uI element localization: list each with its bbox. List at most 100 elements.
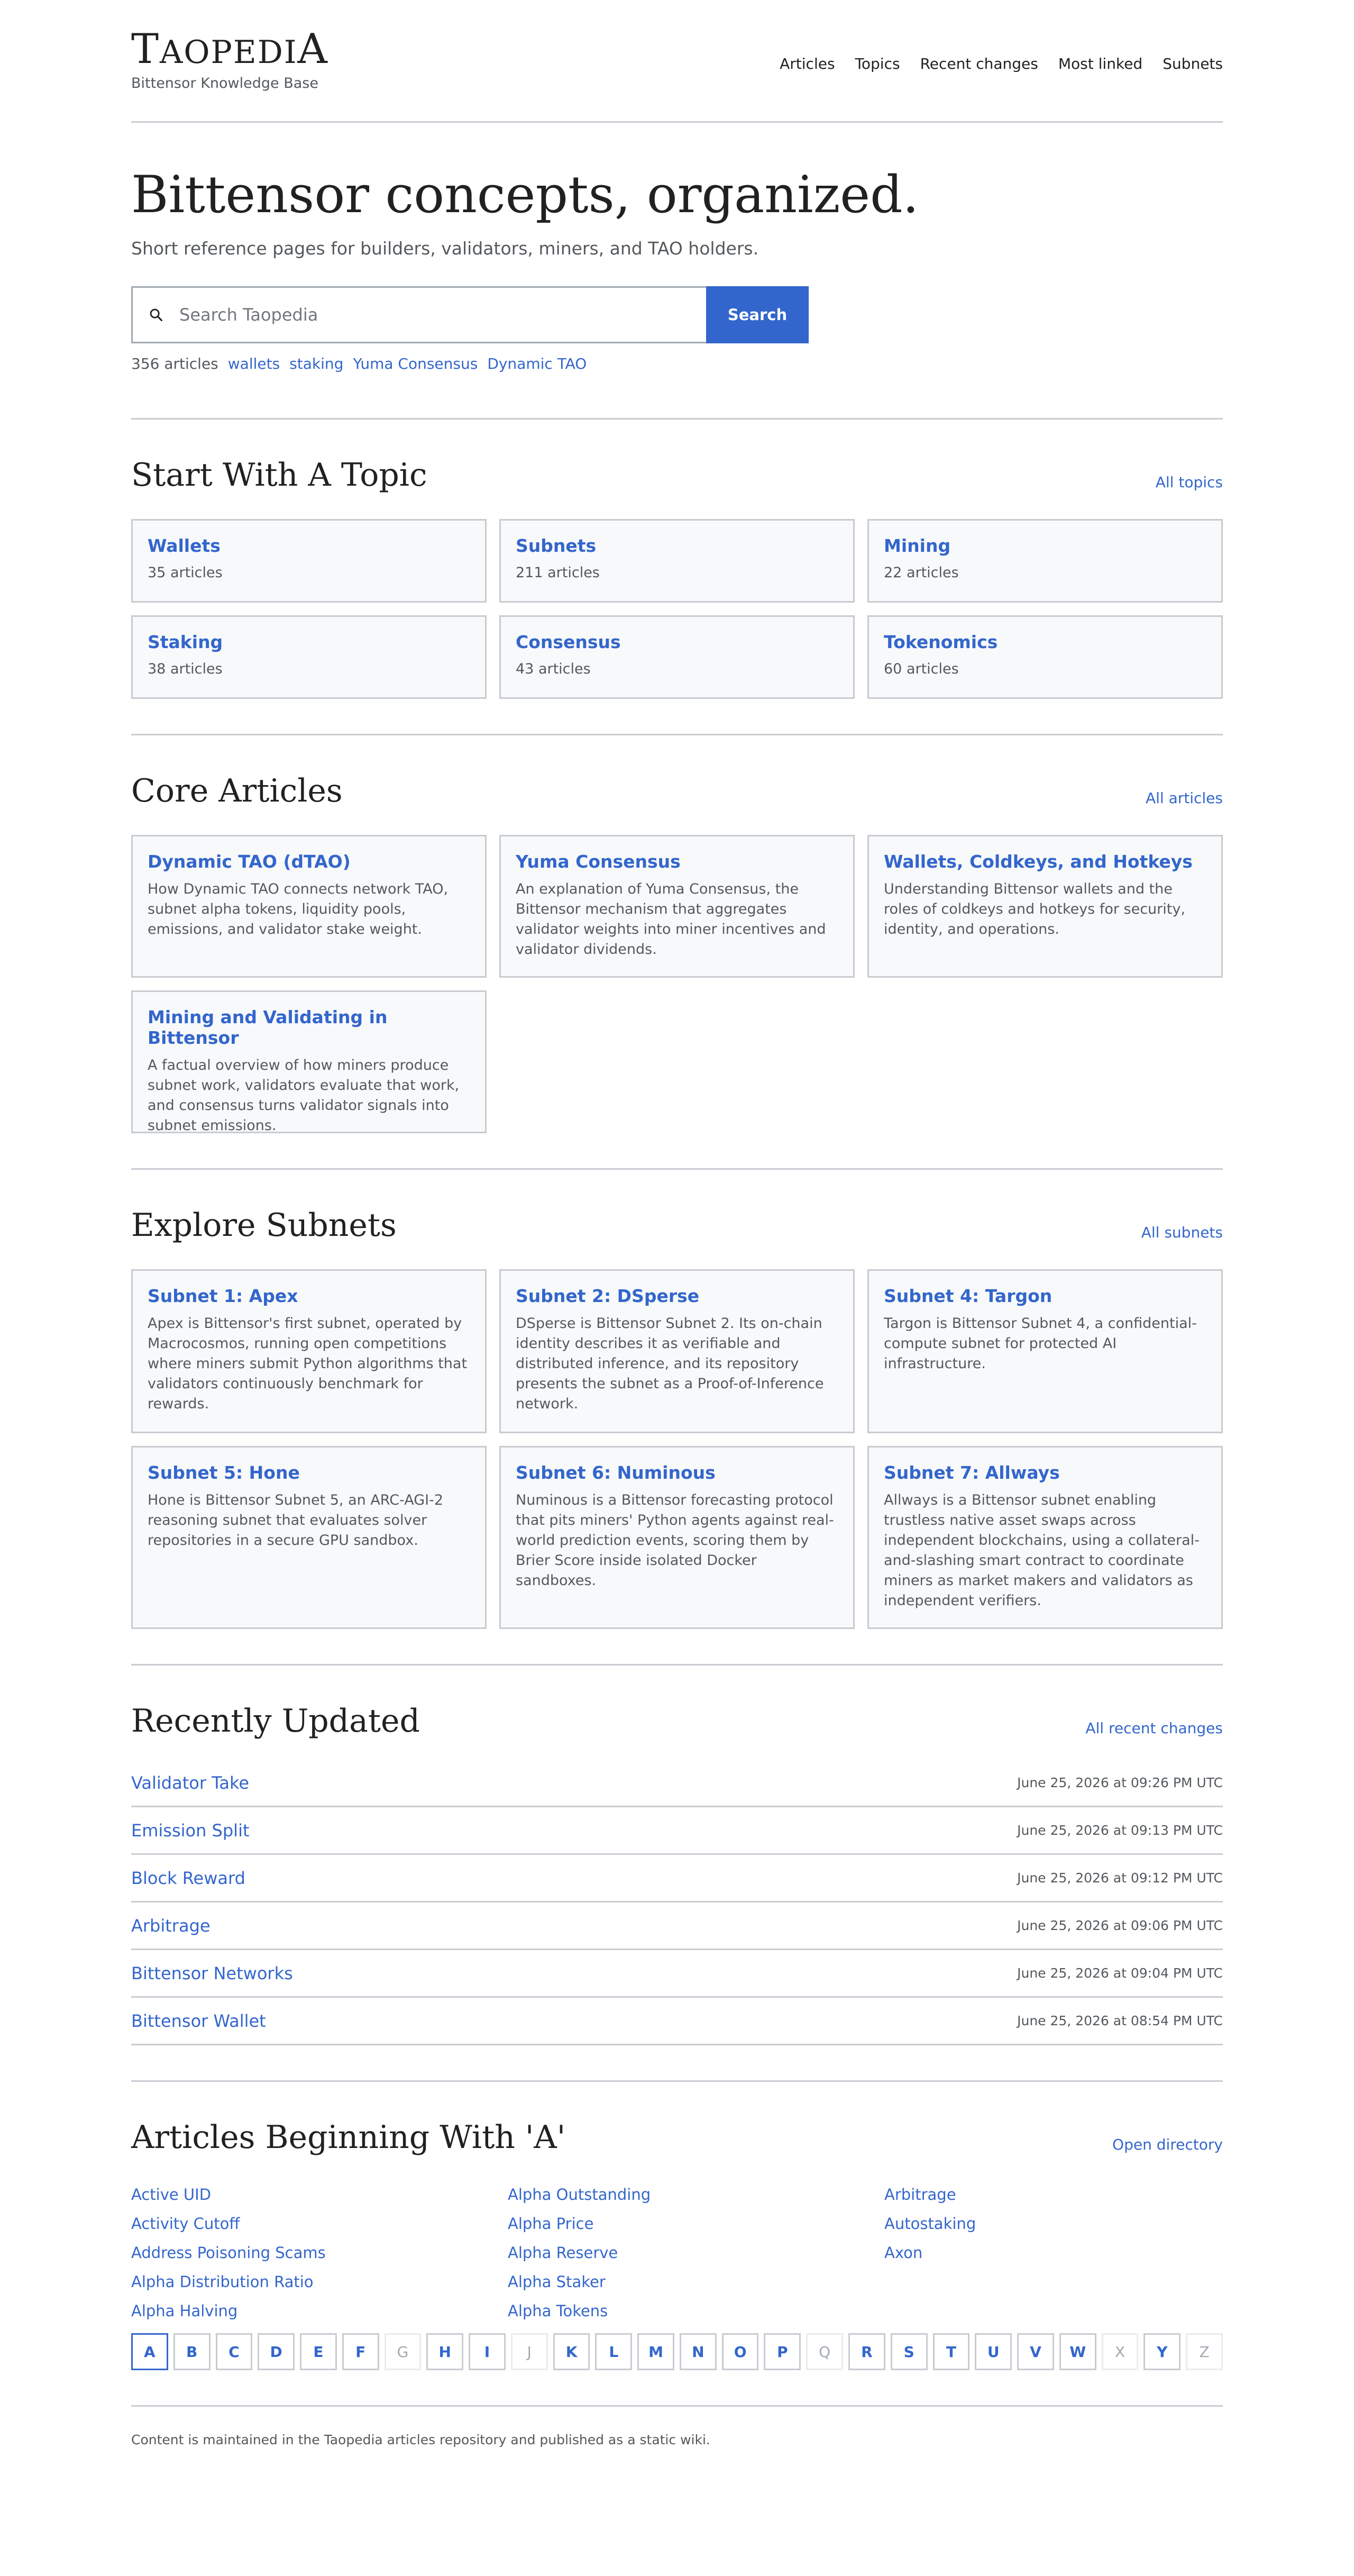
letter-h[interactable]: H (426, 2333, 464, 2370)
letter-r[interactable]: R (848, 2333, 885, 2370)
letter-w[interactable]: W (1059, 2333, 1096, 2370)
topic-title[interactable]: Staking (148, 632, 470, 652)
letter-n[interactable]: N (679, 2333, 717, 2370)
search-box[interactable] (131, 286, 706, 343)
subnet-card[interactable]: Subnet 4: Targon Targon is Bittensor Subn… (867, 1269, 1223, 1433)
open-directory-link[interactable]: Open directory (1112, 2136, 1223, 2153)
a-article-link[interactable]: Activity Cutoff (131, 2215, 240, 2233)
all-topics-link[interactable]: All topics (1156, 474, 1223, 491)
letter-i[interactable]: I (469, 2333, 506, 2370)
topic-card[interactable]: Tokenomics 60 articles (867, 615, 1223, 699)
article-title[interactable]: Yuma Consensus (516, 851, 838, 872)
subnet-description: Hone is Bittensor Subnet 5, an ARC-AGI-2… (148, 1492, 444, 1549)
site-logo[interactable]: TAOPEDIA (131, 29, 328, 70)
subnet-card[interactable]: Subnet 2: DSperse DSperse is Bittensor Su… (499, 1269, 855, 1433)
topic-card[interactable]: Mining 22 articles (867, 519, 1223, 603)
letter-e[interactable]: E (300, 2333, 337, 2370)
a-article-link[interactable]: Arbitrage (884, 2186, 956, 2204)
article-title[interactable]: Dynamic TAO (dTAO) (148, 851, 470, 872)
recent-article-link[interactable]: Emission Split (131, 1821, 250, 1841)
all-recent-changes-link[interactable]: All recent changes (1085, 1719, 1223, 1737)
footer-text: Content is maintained in the Taopedia ar… (131, 2432, 710, 2447)
letter-s[interactable]: S (890, 2333, 928, 2370)
nav-articles[interactable]: Articles (780, 55, 835, 72)
letter-j: J (510, 2333, 548, 2370)
nav-recent-changes[interactable]: Recent changes (920, 55, 1038, 72)
topic-title[interactable]: Tokenomics (884, 632, 1206, 652)
letter-m[interactable]: M (637, 2333, 674, 2370)
subnet-title[interactable]: Subnet 6: Numinous (516, 1462, 838, 1483)
a-article-link[interactable]: Alpha Tokens (508, 2302, 608, 2320)
letter-y[interactable]: Y (1143, 2333, 1181, 2370)
letter-f[interactable]: F (342, 2333, 379, 2370)
a-article-link[interactable]: Alpha Reserve (508, 2244, 618, 2262)
topic-title[interactable]: Subnets (516, 535, 838, 556)
article-card[interactable]: Dynamic TAO (dTAO) How Dynamic TAO connec… (131, 835, 487, 978)
letter-l[interactable]: L (595, 2333, 633, 2370)
topic-title[interactable]: Consensus (516, 632, 838, 652)
letter-u[interactable]: U (975, 2333, 1012, 2370)
letter-v[interactable]: V (1017, 2333, 1054, 2370)
subnet-card[interactable]: Subnet 5: Hone Hone is Bittensor Subnet 5… (131, 1446, 487, 1629)
letter-t[interactable]: T (932, 2333, 970, 2370)
article-title[interactable]: Mining and Validating in Bittensor (148, 1007, 470, 1048)
nav-subnets[interactable]: Subnets (1163, 55, 1223, 72)
letter-p[interactable]: P (764, 2333, 801, 2370)
topic-title[interactable]: Mining (884, 535, 1206, 556)
recent-article-link[interactable]: Validator Take (131, 1773, 249, 1793)
article-card[interactable]: Yuma Consensus An explanation of Yuma Con… (499, 835, 855, 978)
all-articles-link[interactable]: All articles (1146, 789, 1223, 807)
quick-link-dynamic-tao[interactable]: Dynamic TAO (487, 355, 587, 372)
a-article-link[interactable]: Axon (884, 2244, 922, 2262)
search-input[interactable] (179, 304, 655, 325)
site-tagline: Bittensor Knowledge Base (131, 75, 318, 92)
subnet-title[interactable]: Subnet 1: Apex (148, 1286, 470, 1306)
quick-link-staking[interactable]: staking (289, 355, 343, 372)
subnet-description: Numinous is a Bittensor forecasting prot… (516, 1492, 834, 1589)
a-article-link[interactable]: Alpha Distribution Ratio (131, 2273, 314, 2291)
recent-article-link[interactable]: Arbitrage (131, 1916, 211, 1936)
article-card[interactable]: Wallets, Coldkeys, and Hotkeys Understand… (867, 835, 1223, 978)
letter-o[interactable]: O (721, 2333, 759, 2370)
article-title[interactable]: Wallets, Coldkeys, and Hotkeys (884, 851, 1206, 872)
subnet-title[interactable]: Subnet 5: Hone (148, 1462, 470, 1483)
topic-card[interactable]: Subnets 211 articles (499, 519, 855, 603)
a-article-link[interactable]: Alpha Staker (508, 2273, 606, 2291)
a-article-link[interactable]: Autostaking (884, 2215, 976, 2233)
subnet-card[interactable]: Subnet 1: Apex Apex is Bittensor's first … (131, 1269, 487, 1433)
letter-b[interactable]: B (173, 2333, 211, 2370)
topics-section: Start With A Topic All topics Wallets 35 … (131, 420, 1223, 735)
nav-most-linked[interactable]: Most linked (1058, 55, 1142, 72)
list-item: Arbitrage (884, 2186, 1223, 2215)
letter-c[interactable]: C (215, 2333, 253, 2370)
subnet-title[interactable]: Subnet 2: DSperse (516, 1286, 838, 1306)
recent-article-link[interactable]: Bittensor Networks (131, 1963, 293, 1983)
quick-link-wallets[interactable]: wallets (228, 355, 280, 372)
subnet-card[interactable]: Subnet 7: Allways Allways is a Bittensor … (867, 1446, 1223, 1629)
a-article-link[interactable]: Alpha Halving (131, 2302, 237, 2320)
subnet-card[interactable]: Subnet 6: Numinous Numinous is a Bittenso… (499, 1446, 855, 1629)
letter-a[interactable]: A (131, 2333, 168, 2370)
recent-article-link[interactable]: Block Reward (131, 1868, 245, 1888)
all-subnets-link[interactable]: All subnets (1141, 1224, 1223, 1241)
a-article-link[interactable]: Alpha Outstanding (508, 2186, 651, 2204)
nav-topics[interactable]: Topics (855, 55, 900, 72)
section-title: Start With A Topic (131, 457, 427, 494)
topic-title[interactable]: Wallets (148, 535, 470, 556)
subnet-title[interactable]: Subnet 7: Allways (884, 1462, 1206, 1483)
a-article-link[interactable]: Active UID (131, 2186, 211, 2204)
article-description: How Dynamic TAO connects network TAO, su… (148, 881, 449, 937)
search-button[interactable]: Search (706, 286, 809, 343)
topic-card[interactable]: Staking 38 articles (131, 615, 487, 699)
recent-timestamp: June 25, 2026 at 09:26 PM UTC (1017, 1775, 1223, 1790)
letter-k[interactable]: K (553, 2333, 590, 2370)
quick-link-yuma-consensus[interactable]: Yuma Consensus (353, 355, 478, 372)
letter-d[interactable]: D (258, 2333, 295, 2370)
a-article-link[interactable]: Address Poisoning Scams (131, 2244, 326, 2262)
recent-article-link[interactable]: Bittensor Wallet (131, 2011, 266, 2031)
topic-card[interactable]: Wallets 35 articles (131, 519, 487, 603)
article-card[interactable]: Mining and Validating in Bittensor A fact… (131, 990, 487, 1134)
topic-card[interactable]: Consensus 43 articles (499, 615, 855, 699)
subnet-title[interactable]: Subnet 4: Targon (884, 1286, 1206, 1306)
a-article-link[interactable]: Alpha Price (508, 2215, 593, 2233)
